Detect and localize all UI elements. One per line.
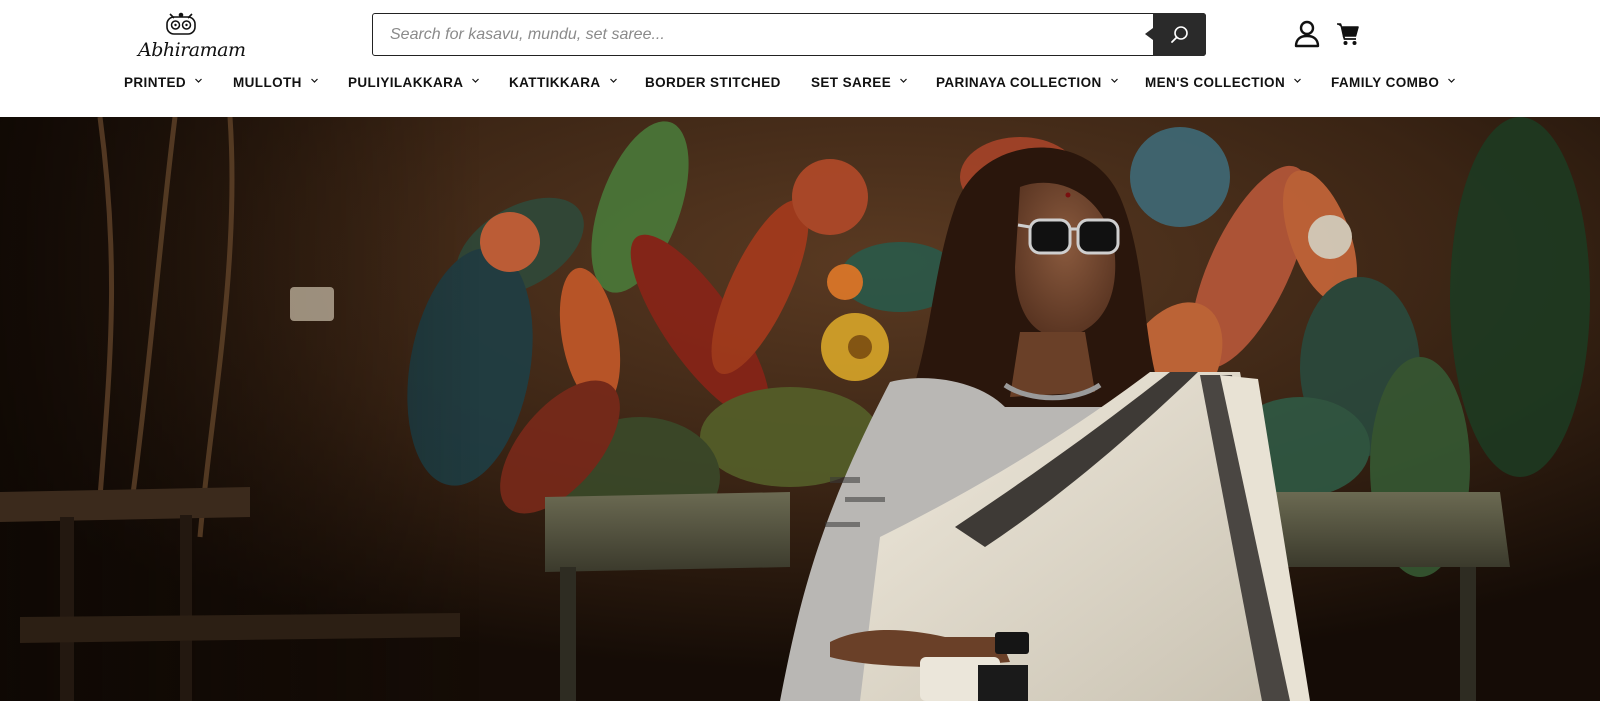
chevron-down-icon: [609, 78, 617, 83]
nav-item-label: BORDER STITCHED: [645, 74, 781, 90]
nav-item-label: FAMILY COMBO: [1331, 74, 1440, 90]
chevron-down-icon: [310, 78, 318, 83]
nav-item-mulloth[interactable]: MULLOTH: [233, 69, 319, 95]
nav-item-label: SET SAREE: [811, 74, 892, 90]
chevron-down-icon: [195, 78, 202, 83]
search-icon: [1170, 25, 1188, 43]
nav-item-label: PARINAYA COLLECTION: [936, 74, 1102, 90]
search-input[interactable]: [373, 14, 1153, 55]
chevron-down-icon: [472, 78, 480, 83]
nav-item-label: KATTIKKARA: [509, 74, 601, 90]
user-icon: [1294, 20, 1320, 48]
hero-image: [0, 117, 1600, 701]
nav-item-border-stitched[interactable]: BORDER STITCHED: [645, 69, 781, 95]
chevron-down-icon: [1110, 78, 1118, 83]
site-header: Abhiramam PRINTED MULLOTH: [0, 0, 1600, 117]
nav-item-label: PRINTED: [124, 74, 187, 90]
cart-button[interactable]: [1336, 22, 1360, 46]
brand-name: Abhiramam: [138, 39, 246, 61]
hero-banner[interactable]: [0, 117, 1600, 701]
cart-icon: [1337, 23, 1359, 45]
nav-item-kattikkara[interactable]: KATTIKKARA: [509, 69, 618, 95]
search-bar: [372, 13, 1206, 56]
nav-item-label: PULIYILAKKARA: [348, 74, 464, 90]
brand-logo[interactable]: Abhiramam: [136, 10, 246, 61]
sunglasses: [1017, 218, 1120, 255]
nav-item-label: MULLOTH: [233, 74, 302, 90]
nav-item-printed[interactable]: PRINTED: [124, 69, 203, 95]
nav-item-parinaya-collection[interactable]: PARINAYA COLLECTION: [936, 69, 1119, 95]
nav-item-mens-collection[interactable]: MEN'S COLLECTION: [1145, 69, 1302, 95]
owl-logo-icon: [166, 12, 196, 35]
account-button[interactable]: [1294, 20, 1320, 48]
search-button[interactable]: [1145, 13, 1206, 56]
nav-item-label: MEN'S COLLECTION: [1145, 74, 1286, 90]
chevron-down-icon: [1294, 78, 1302, 83]
chevron-down-icon: [1448, 78, 1456, 83]
nav-item-set-saree[interactable]: SET SAREE: [811, 69, 908, 95]
chevron-down-icon: [900, 78, 908, 83]
nav-item-family-combo[interactable]: FAMILY COMBO: [1331, 69, 1456, 95]
main-nav: PRINTED MULLOTH PULIYILAKKARA KATTIKKARA…: [0, 69, 1600, 95]
nav-item-puliyilakkara[interactable]: PULIYILAKKARA: [348, 69, 480, 95]
